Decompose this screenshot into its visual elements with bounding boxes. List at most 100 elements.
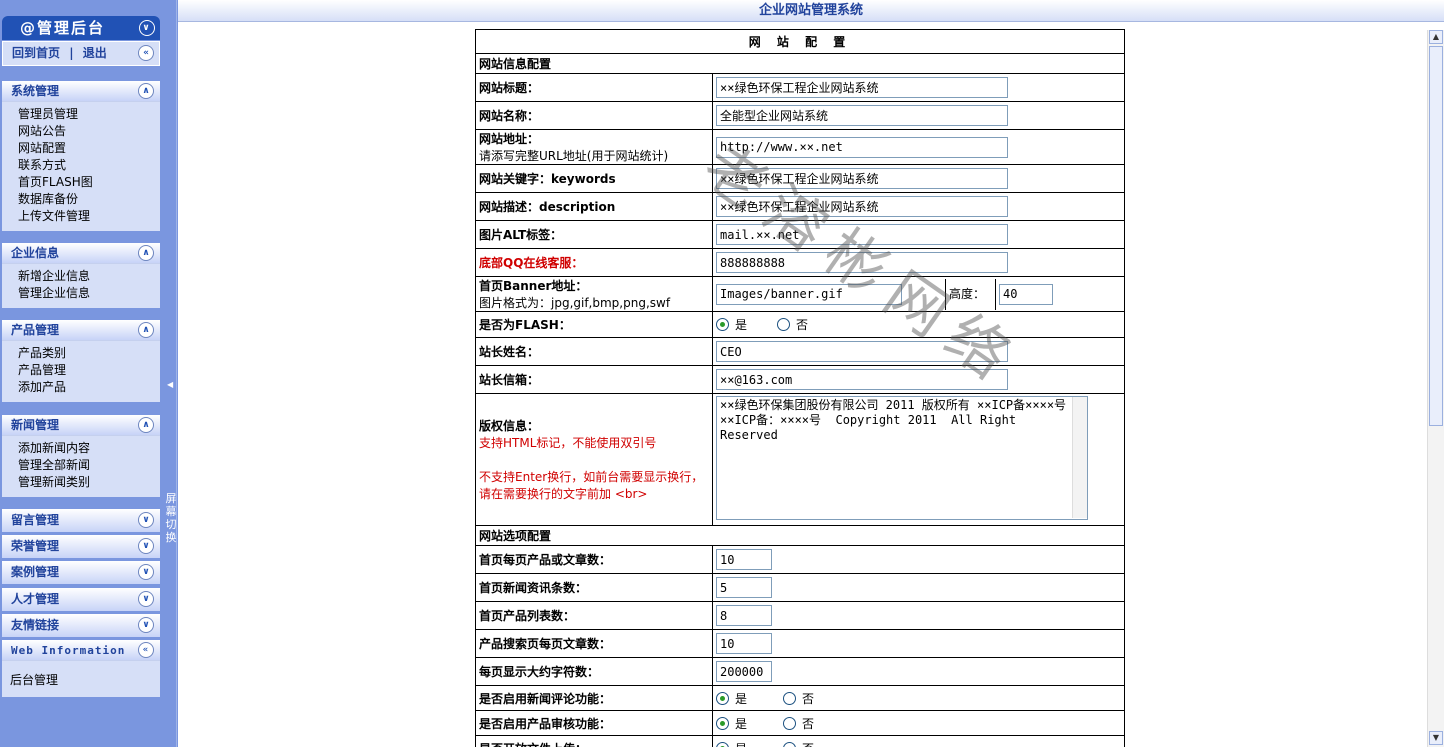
- menu-item[interactable]: 联系方式: [18, 157, 160, 174]
- menu-group-talent[interactable]: 人才管理 ∨: [2, 588, 160, 611]
- chevron-up-icon[interactable]: ∧: [138, 417, 154, 433]
- option-input[interactable]: [716, 605, 772, 626]
- field-label: 网站标题：: [475, 73, 713, 102]
- copyright-textarea[interactable]: ××绿色环保集团股份有限公司 2011 版权所有 ××ICP备××××号 ××I…: [716, 396, 1088, 520]
- chevron-down-icon[interactable]: ∨: [138, 564, 154, 580]
- comment-no-radio[interactable]: [783, 691, 797, 705]
- option-input[interactable]: [716, 661, 772, 682]
- field-label: 是否为FLASH：: [475, 311, 713, 338]
- menu-header[interactable]: 系统管理 ∧: [2, 81, 160, 102]
- page-title: 企业网站管理系统: [178, 0, 1444, 22]
- menu-title: 荣誉管理: [11, 539, 60, 553]
- menu-title: 产品管理: [11, 323, 60, 337]
- menu-item[interactable]: 首页FLASH图: [18, 174, 160, 191]
- screen-switch-bar[interactable]: ◀ 屏幕切换: [163, 0, 177, 747]
- site-name-input[interactable]: [716, 105, 1008, 126]
- menu-group-honors[interactable]: 荣誉管理 ∨: [2, 535, 160, 558]
- chevron-down-icon[interactable]: ∨: [138, 591, 154, 607]
- main-frame: 企业网站管理系统 网 站 配 置 网站信息配置 网站标题： 网站名称： 网站地址…: [178, 0, 1444, 747]
- menu-title: 友情链接: [11, 618, 60, 632]
- menu-title: Web Information: [11, 644, 126, 657]
- separator: |: [69, 46, 74, 60]
- textarea-scrollbar[interactable]: [1072, 397, 1087, 518]
- menu-header[interactable]: 产品管理 ∧: [2, 320, 160, 341]
- owner-email-input[interactable]: [716, 369, 1008, 390]
- logout-link[interactable]: 退出: [83, 46, 107, 60]
- scroll-thumb[interactable]: [1429, 46, 1443, 426]
- menu-item[interactable]: 管理全部新闻: [18, 457, 160, 474]
- site-title-input[interactable]: [716, 77, 1008, 98]
- menu-header[interactable]: 企业信息 ∧: [2, 243, 160, 264]
- chevron-up-icon[interactable]: ∧: [138, 245, 154, 261]
- option-input[interactable]: [716, 633, 772, 654]
- menu-item[interactable]: 添加产品: [18, 379, 160, 396]
- upload-yes-radio[interactable]: [716, 741, 729, 747]
- chevron-up-icon[interactable]: ∧: [138, 83, 154, 99]
- audit-no-radio[interactable]: [783, 716, 797, 730]
- menu-group-cases[interactable]: 案例管理 ∨: [2, 561, 160, 584]
- img-alt-input[interactable]: [716, 224, 1008, 245]
- section-header: 网站选项配置: [475, 525, 1125, 546]
- home-link[interactable]: 回到首页: [12, 46, 60, 60]
- menu-title: 系统管理: [11, 84, 60, 98]
- chevron-down-icon[interactable]: ∨: [138, 538, 154, 554]
- field-label: 站长信箱：: [475, 365, 713, 394]
- chevron-down-icon[interactable]: ∨: [139, 20, 155, 36]
- menu-item[interactable]: 产品管理: [18, 362, 160, 379]
- menu-item[interactable]: 管理企业信息: [18, 285, 160, 302]
- menu-title: 新闻管理: [11, 418, 60, 432]
- menu-group-links[interactable]: 友情链接 ∨: [2, 614, 160, 637]
- menu-group-company: 企业信息 ∧ 新增企业信息 管理企业信息: [2, 243, 160, 308]
- field-label: 网站名称：: [475, 101, 713, 130]
- chevron-up-icon[interactable]: ∧: [138, 322, 154, 338]
- menu-header[interactable]: 新闻管理 ∧: [2, 415, 160, 436]
- audit-yes-radio[interactable]: [716, 716, 729, 730]
- owner-name-input[interactable]: [716, 341, 1008, 362]
- scroll-up-icon[interactable]: ▲: [1429, 30, 1443, 44]
- qq-input[interactable]: [716, 252, 1008, 273]
- flash-no-radio[interactable]: [777, 318, 791, 331]
- option-input[interactable]: [716, 577, 772, 598]
- keywords-input[interactable]: [716, 168, 1008, 189]
- menu-item[interactable]: 上传文件管理: [18, 208, 160, 225]
- menu-header[interactable]: Web Information «: [2, 640, 160, 661]
- chevron-down-icon[interactable]: ∨: [138, 617, 154, 633]
- field-label: 网站地址：: [479, 132, 540, 146]
- menu-group-messages[interactable]: 留言管理 ∨: [2, 509, 160, 532]
- triangle-left-icon[interactable]: ◀: [167, 380, 173, 389]
- option-input[interactable]: [716, 549, 772, 570]
- menu-item[interactable]: 管理员管理: [18, 106, 160, 123]
- screen-switch-label[interactable]: 屏幕切换: [165, 492, 177, 544]
- menu-item[interactable]: 新增企业信息: [18, 268, 160, 285]
- chevron-down-icon[interactable]: ∨: [138, 512, 154, 528]
- menu-item[interactable]: 网站公告: [18, 123, 160, 140]
- radio-label: 是: [735, 691, 748, 706]
- menu-group-system: 系统管理 ∧ 管理员管理 网站公告 网站配置 联系方式 首页FLASH图 数据库备…: [2, 81, 160, 231]
- description-input[interactable]: [716, 196, 1008, 217]
- field-label: 底部QQ在线客服：: [475, 248, 713, 277]
- field-label: 是否启用新闻评论功能：: [475, 685, 713, 711]
- field-label: 是否启用产品审核功能：: [475, 710, 713, 736]
- scroll-down-icon[interactable]: ▼: [1429, 731, 1443, 745]
- field-label: 站长姓名：: [475, 337, 713, 366]
- field-label: 图片ALT标签：: [475, 220, 713, 249]
- menu-item[interactable]: 管理新闻类别: [18, 474, 160, 491]
- field-label: 首页新闻资讯条数：: [475, 573, 713, 602]
- comment-yes-radio[interactable]: [716, 691, 729, 705]
- banner-input[interactable]: [716, 283, 902, 305]
- field-hint: 图片格式为：jpg,gif,bmp,png,swf: [479, 296, 671, 310]
- menu-item[interactable]: 网站配置: [18, 140, 160, 157]
- menu-item[interactable]: 添加新闻内容: [18, 440, 160, 457]
- field-label: 每页显示大约字符数：: [475, 657, 713, 686]
- flash-yes-radio[interactable]: [716, 318, 729, 331]
- field-hint: 请添写完整URL地址(用于网站统计): [479, 149, 669, 163]
- menu-item[interactable]: 数据库备份: [18, 191, 160, 208]
- collapse-left-icon[interactable]: «: [138, 45, 154, 61]
- upload-no-radio[interactable]: [783, 741, 797, 747]
- collapse-left-icon[interactable]: «: [138, 642, 154, 658]
- page-scrollbar[interactable]: ▲ ▼: [1427, 30, 1444, 747]
- menu-title: 案例管理: [11, 565, 60, 579]
- banner-height-input[interactable]: [999, 283, 1053, 305]
- site-url-input[interactable]: [716, 136, 1008, 158]
- menu-item[interactable]: 产品类别: [18, 345, 160, 362]
